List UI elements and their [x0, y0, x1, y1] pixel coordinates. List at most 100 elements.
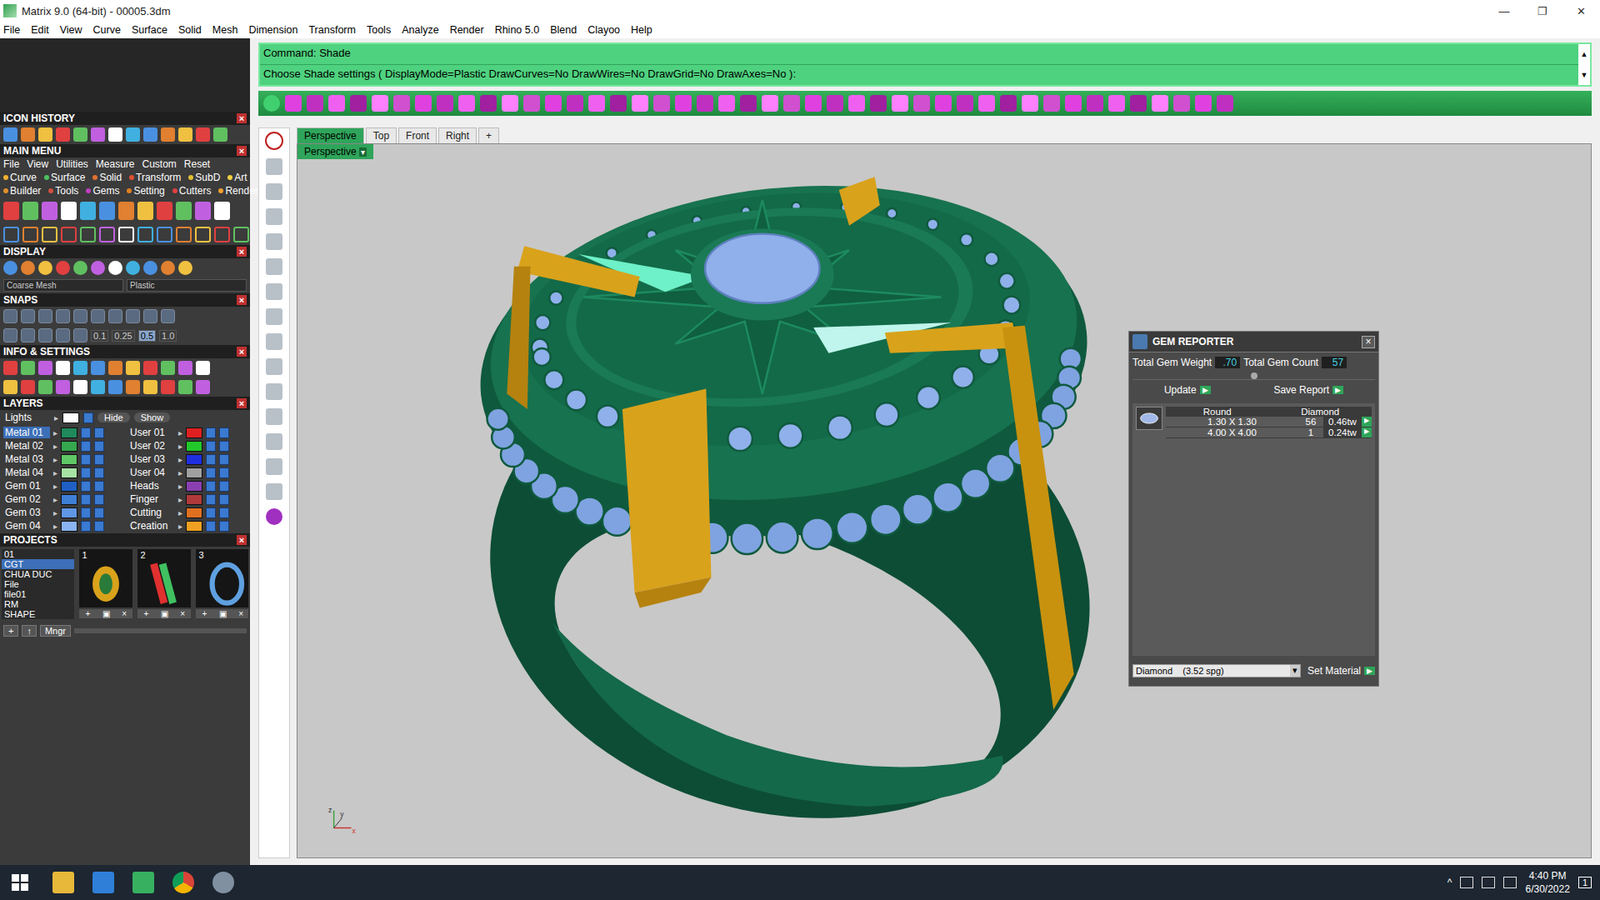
menu-item[interactable]: Dimension: [248, 24, 298, 36]
snap-icon[interactable]: [73, 309, 88, 324]
tray-icon[interactable]: [1460, 876, 1474, 889]
category-item[interactable]: Tools: [48, 185, 79, 197]
command-area[interactable]: Command: Shade Choose Shade settings ( D…: [258, 42, 1592, 87]
tool-icon[interactable]: [913, 95, 930, 112]
tool-icon[interactable]: [935, 95, 952, 112]
category-item[interactable]: Curve: [3, 171, 37, 184]
layer-item[interactable]: Metal 03 ▸: [3, 453, 122, 465]
main-menu-item[interactable]: File: [3, 158, 20, 170]
visible-icon[interactable]: [83, 412, 94, 424]
tool-icon[interactable]: [3, 127, 18, 142]
gem-reporter-title-bar[interactable]: GEM REPORTER ×: [1129, 331, 1379, 353]
snap-icon[interactable]: [90, 309, 105, 324]
visible-icon[interactable]: [94, 467, 105, 479]
setting-icon[interactable]: [160, 360, 175, 375]
project-item[interactable]: 01: [1, 549, 75, 560]
tool-icon[interactable]: [523, 95, 540, 112]
close-button[interactable]: ×: [236, 145, 247, 156]
project-thumbnail[interactable]: 1 +▣×: [79, 549, 133, 620]
lock-icon[interactable]: [80, 467, 91, 479]
visible-icon[interactable]: [219, 440, 230, 452]
layer-item[interactable]: User 03 ▸: [128, 453, 247, 465]
snap-value[interactable]: 1.0: [159, 330, 177, 342]
tool-icon[interactable]: [1195, 95, 1212, 112]
category-item[interactable]: Cutters: [172, 185, 212, 197]
snap-icon[interactable]: [55, 309, 70, 324]
category-item[interactable]: Art: [227, 171, 247, 184]
visible-icon[interactable]: [219, 427, 230, 439]
snap-icon[interactable]: [160, 309, 175, 324]
set-material-button[interactable]: Set Material ▶: [1307, 665, 1375, 677]
tool-icon[interactable]: [696, 95, 714, 112]
menu-item[interactable]: Solid: [178, 24, 202, 36]
display-icon[interactable]: [38, 260, 53, 275]
tool-icon[interactable]: [22, 201, 39, 220]
lock-icon[interactable]: [205, 467, 216, 479]
visible-icon[interactable]: [94, 494, 105, 505]
lock-icon[interactable]: [80, 440, 91, 452]
tool-icon[interactable]: [125, 127, 140, 142]
layer-item[interactable]: Metal 01 ▸: [3, 426, 122, 439]
tool-icon[interactable]: [55, 127, 70, 142]
visible-icon[interactable]: [219, 507, 230, 519]
close-button[interactable]: ×: [236, 535, 247, 545]
layer-color[interactable]: [185, 454, 203, 465]
tool-icon[interactable]: [1216, 95, 1234, 112]
snap-value[interactable]: 0.25: [111, 330, 135, 342]
layer-color[interactable]: [60, 467, 78, 479]
tool-icon[interactable]: [848, 95, 865, 112]
setting-icon[interactable]: [90, 380, 105, 395]
display-icon[interactable]: [108, 260, 123, 275]
setting-icon[interactable]: [3, 360, 18, 375]
tool-icon[interactable]: [675, 95, 692, 112]
clock[interactable]: 4:40 PM 6/30/2022: [1525, 869, 1570, 896]
gear-icon[interactable]: [265, 508, 283, 525]
setting-icon[interactable]: [125, 360, 140, 375]
thumbnail-control[interactable]: ×: [238, 609, 244, 619]
layer-item[interactable]: Gem 03 ▸: [3, 506, 122, 519]
viewport-tab[interactable]: +: [478, 127, 500, 144]
thumbnail-control[interactable]: ▣: [219, 609, 227, 619]
layer-color[interactable]: [60, 427, 78, 439]
tool-icon[interactable]: [99, 201, 115, 220]
tool-icon[interactable]: [566, 95, 584, 112]
main-menu-item[interactable]: Custom: [142, 158, 177, 170]
setting-icon[interactable]: [55, 360, 70, 375]
project-button[interactable]: Mngr: [40, 625, 71, 637]
view-tool-icon[interactable]: [265, 358, 283, 375]
volume-icon[interactable]: [1503, 876, 1517, 889]
tool-icon[interactable]: [41, 226, 58, 243]
tool-icon[interactable]: [60, 226, 77, 243]
project-button[interactable]: ↑: [21, 625, 37, 637]
menu-item[interactable]: Edit: [30, 24, 50, 36]
thumbnail-control[interactable]: +: [85, 609, 91, 619]
tool-icon[interactable]: [175, 201, 192, 220]
setting-icon[interactable]: [125, 380, 140, 395]
view-tool-icon[interactable]: [265, 383, 283, 400]
tool-icon[interactable]: [653, 95, 670, 112]
setting-icon[interactable]: [20, 360, 35, 375]
splitter[interactable]: [1132, 372, 1375, 380]
tool-icon[interactable]: [3, 201, 20, 220]
display-icon[interactable]: [125, 260, 140, 275]
viewport-tab[interactable]: Right: [438, 127, 477, 144]
menu-item[interactable]: Render: [450, 24, 485, 36]
view-tool-icon[interactable]: [265, 308, 283, 325]
snap-icon[interactable]: [20, 328, 35, 343]
project-thumbnail[interactable]: 3 +▣×: [195, 549, 249, 620]
matrix-app-icon[interactable]: [132, 871, 155, 894]
layer-item[interactable]: Gem 04 ▸: [3, 520, 122, 532]
view-tool-icon[interactable]: [265, 283, 283, 300]
lock-icon[interactable]: [80, 494, 91, 505]
tool-icon[interactable]: [501, 95, 519, 112]
layer-item[interactable]: Cutting ▸: [128, 506, 247, 519]
setting-icon[interactable]: [160, 380, 175, 395]
visible-icon[interactable]: [219, 467, 230, 479]
lock-icon[interactable]: [80, 507, 91, 519]
tool-icon[interactable]: [480, 95, 497, 112]
tool-icon[interactable]: [20, 127, 35, 142]
setting-icon[interactable]: [90, 360, 105, 375]
tool-icon[interactable]: [1130, 95, 1147, 112]
mail-icon[interactable]: [92, 871, 115, 894]
tool-icon[interactable]: [1043, 95, 1060, 112]
